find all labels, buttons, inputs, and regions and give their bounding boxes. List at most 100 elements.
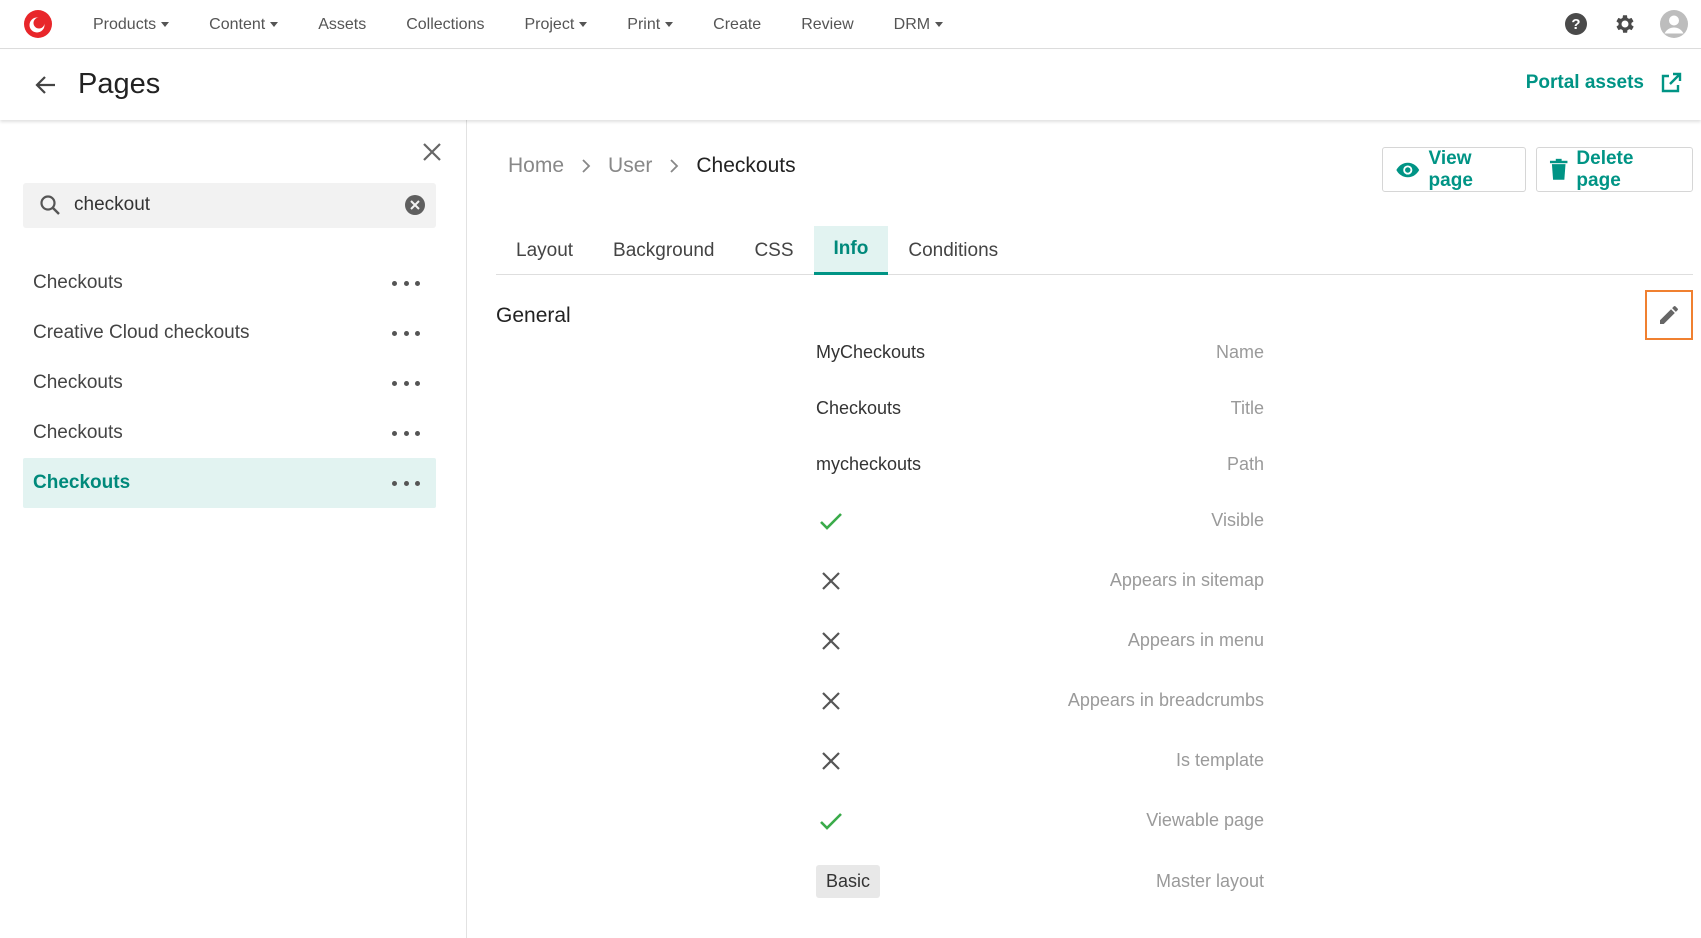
nav-label: Create — [713, 15, 762, 33]
cross-icon — [816, 746, 846, 776]
search-input[interactable]: checkout — [23, 183, 436, 228]
field-label: Appears in sitemap — [1109, 570, 1264, 590]
nav-label: Assets — [318, 15, 367, 33]
main-panel: Home User Checkouts View page Delete pag… — [468, 120, 1701, 938]
view-page-label: View page — [1428, 147, 1473, 191]
eye-icon — [1396, 162, 1420, 177]
chevron-right-icon — [668, 158, 680, 174]
field-visible: Visible — [468, 506, 1701, 536]
list-item-label: Checkouts — [33, 472, 131, 493]
page-list: Checkouts Creative Cloud checkouts Check… — [23, 258, 436, 508]
search-icon — [38, 193, 62, 222]
list-item-label: Creative Cloud checkouts — [33, 322, 250, 343]
more-options-icon[interactable] — [392, 472, 420, 494]
list-item-label: Checkouts — [33, 372, 123, 393]
breadcrumb-current: Checkouts — [696, 154, 796, 177]
nav-print[interactable]: Print — [627, 15, 674, 34]
field-label: Appears in menu — [1127, 630, 1264, 650]
top-navbar: Products Content Assets Collections Proj… — [0, 0, 1701, 49]
field-value: MyCheckouts — [816, 342, 926, 362]
list-item[interactable]: Checkouts — [23, 408, 436, 458]
caret-down-icon — [665, 22, 674, 27]
list-item[interactable]: Checkouts — [23, 258, 436, 308]
nav-label: Review — [801, 15, 854, 33]
field-label: Viewable page — [1146, 810, 1264, 830]
page-header: Pages Portal assets — [0, 50, 1701, 120]
caret-down-icon — [161, 22, 170, 27]
field-label: Is template — [1175, 750, 1264, 770]
field-master-layout: Master layout Basic — [468, 865, 1701, 898]
nav-label: Collections — [406, 15, 485, 33]
view-page-button[interactable]: View page — [1382, 147, 1526, 192]
more-options-icon[interactable] — [392, 272, 420, 294]
cross-icon — [816, 626, 846, 656]
list-item[interactable]: Checkouts — [23, 358, 436, 408]
caret-down-icon — [935, 22, 944, 27]
trash-icon — [1549, 158, 1568, 180]
caret-down-icon — [270, 22, 279, 27]
nav-content[interactable]: Content — [209, 15, 279, 34]
close-icon[interactable] — [418, 138, 446, 166]
more-options-icon[interactable] — [392, 422, 420, 444]
field-title: Title Checkouts — [468, 394, 1701, 424]
field-label: Path — [1226, 454, 1264, 474]
more-options-icon[interactable] — [392, 372, 420, 394]
tab-css[interactable]: CSS — [734, 226, 813, 275]
field-menu: Appears in menu — [468, 626, 1701, 656]
main-menu: Products Content Assets Collections Proj… — [93, 0, 983, 49]
cross-icon — [816, 686, 846, 716]
check-icon — [816, 806, 846, 836]
field-name: Name MyCheckouts — [468, 338, 1701, 368]
tab-layout[interactable]: Layout — [496, 226, 593, 275]
nav-collections[interactable]: Collections — [406, 16, 484, 34]
breadcrumb-home[interactable]: Home — [508, 154, 564, 178]
edit-button[interactable] — [1645, 290, 1693, 340]
list-item[interactable]: Creative Cloud checkouts — [23, 308, 436, 358]
field-sitemap: Appears in sitemap — [468, 566, 1701, 596]
top-actions: ? — [1542, 8, 1689, 40]
caret-down-icon — [579, 22, 588, 27]
breadcrumb-user[interactable]: User — [608, 154, 652, 178]
nav-assets[interactable]: Assets — [318, 16, 366, 34]
field-value: Checkouts — [816, 398, 902, 418]
check-icon — [816, 506, 846, 536]
field-label: Master layout — [1155, 871, 1264, 891]
cross-icon — [816, 566, 846, 596]
pages-sidebar: checkout Checkouts Creative Cloud checko… — [0, 120, 467, 938]
nav-label: Print — [627, 15, 661, 33]
more-options-icon[interactable] — [392, 322, 420, 344]
tab-background[interactable]: Background — [593, 226, 734, 275]
field-label: Appears in breadcrumbs — [1067, 690, 1264, 710]
back-arrow-icon[interactable] — [33, 72, 59, 98]
avatar-icon[interactable] — [1659, 8, 1689, 40]
chevron-right-icon — [580, 158, 592, 174]
delete-page-label: Delete page — [1576, 147, 1634, 191]
external-link-icon — [1661, 72, 1682, 93]
field-path: Path mycheckouts — [468, 450, 1701, 480]
portal-assets-label: Portal assets — [1525, 72, 1644, 93]
help-icon[interactable]: ? — [1561, 8, 1591, 40]
list-item-selected[interactable]: Checkouts — [23, 458, 436, 508]
tab-info[interactable]: Info — [813, 226, 889, 275]
nav-drm[interactable]: DRM — [893, 15, 944, 34]
field-template: Is template — [468, 746, 1701, 776]
nav-label: Project — [524, 15, 575, 33]
nav-products[interactable]: Products — [93, 16, 170, 34]
list-item-label: Checkouts — [33, 272, 123, 293]
clear-search-icon[interactable] — [404, 194, 426, 221]
svg-text:?: ? — [1571, 16, 1580, 33]
nav-project[interactable]: Project — [524, 15, 588, 34]
nav-label: DRM — [893, 15, 931, 33]
nav-review[interactable]: Review — [801, 16, 853, 34]
list-item-label: Checkouts — [33, 422, 123, 443]
delete-page-button[interactable]: Delete page — [1536, 147, 1693, 192]
app-logo-icon[interactable] — [22, 8, 54, 40]
gear-icon[interactable] — [1610, 8, 1640, 40]
field-viewable: Viewable page — [468, 806, 1701, 836]
field-value: mycheckouts — [816, 454, 922, 474]
page-tabs: Layout Background CSS Info Conditions — [496, 226, 1693, 275]
nav-create[interactable]: Create — [713, 16, 761, 34]
tab-conditions[interactable]: Conditions — [888, 226, 1018, 275]
portal-assets-link[interactable]: Portal assets — [1526, 70, 1684, 96]
nav-label: Content — [209, 15, 266, 33]
